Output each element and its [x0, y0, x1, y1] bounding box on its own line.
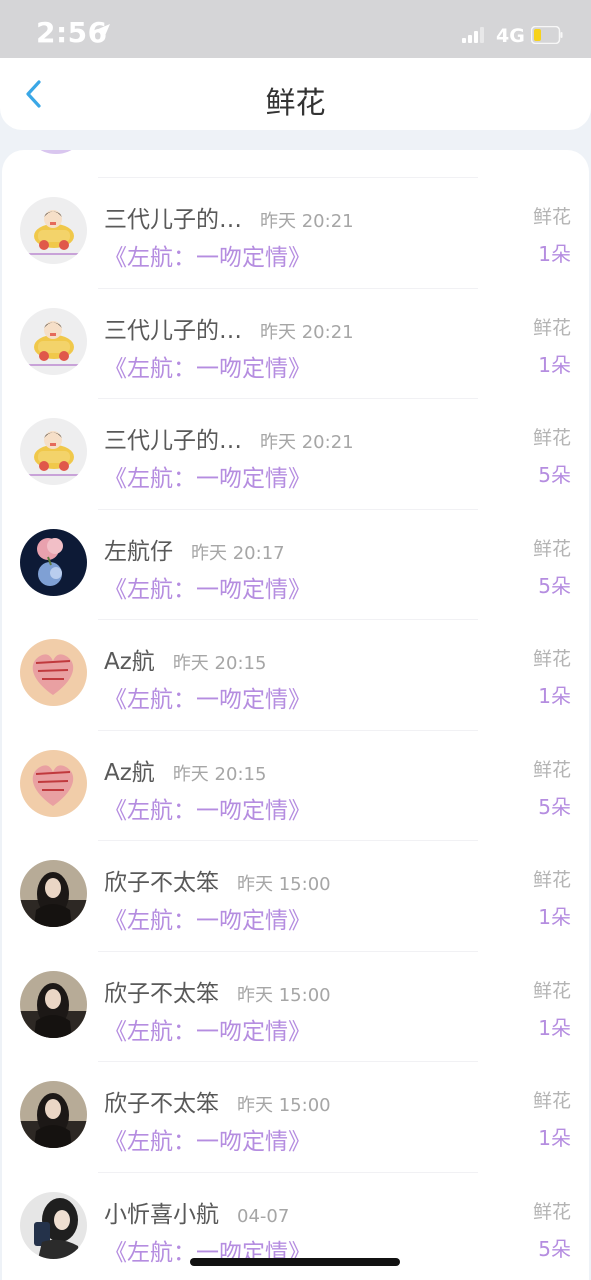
sender-name[interactable]: 小忻喜小航 — [104, 1195, 219, 1229]
gift-count: 1朵 — [538, 905, 571, 929]
send-time: 昨天 20:15 — [172, 763, 267, 785]
sender-name[interactable]: 欣子不太笨 — [104, 863, 219, 897]
send-time: 04-07 — [237, 1205, 290, 1227]
send-time: 昨天 20:17 — [191, 542, 285, 564]
send-time: 昨天 20:15 — [172, 653, 267, 674]
person-photo-avatar[interactable] — [20, 970, 87, 1038]
send-time: 昨天 15:00 — [237, 874, 331, 895]
page-title: 鲜花 — [265, 86, 326, 121]
row-header: 三代儿子的… 昨天 20:21 — [104, 311, 354, 345]
cartoon-car-avatar[interactable] — [20, 197, 87, 264]
book-title-link[interactable]: 《左航：一吻定情》 — [104, 680, 311, 714]
sender-name[interactable]: 三代儿子的… — [104, 311, 242, 345]
book-title-link[interactable]: 《左航：一吻定情》 — [104, 570, 311, 604]
gift-type-label: 鲜花 — [532, 979, 571, 1002]
status-bar: 2:56 4G — [0, 0, 591, 58]
gift-type-label: 鲜花 — [532, 648, 571, 670]
person-photo-avatar[interactable] — [20, 1081, 87, 1148]
gift-record-row[interactable]: 欣子不太笨 昨天 15:00 《左航：一吻定情》 鲜花 1朵 — [2, 1062, 589, 1172]
gift-record-row[interactable]: 欣子不太笨 昨天 15:00 《左航：一吻定情》 鲜花 1朵 — [2, 841, 589, 951]
send-time: 昨天 20:21 — [260, 211, 354, 232]
gift-type-label: 鲜花 — [532, 758, 571, 781]
book-title-link[interactable]: 《左航：一吻定情》 — [104, 791, 311, 825]
gift-count: 5朵 — [538, 463, 571, 487]
heart-art-avatar[interactable] — [20, 749, 87, 817]
sender-name[interactable]: 欣子不太笨 — [104, 1084, 219, 1118]
gift-count: 1朵 — [538, 1126, 571, 1150]
row-header: 欣子不太笨 昨天 15:00 — [104, 863, 331, 897]
gift-record-list[interactable]: 三代儿子的… 昨天 20:21 《左航：一吻定情》 鲜花 1朵 三代儿子的… 昨天 20:2… — [2, 150, 589, 1280]
sender-name[interactable]: Az航 — [104, 642, 155, 676]
gift-count: 1朵 — [538, 352, 571, 377]
gift-type-label: 鲜花 — [532, 316, 571, 339]
gift-type-label: 鲜花 — [532, 1200, 571, 1223]
sender-name[interactable]: Az航 — [104, 753, 155, 787]
sender-name[interactable]: 左航仔 — [104, 532, 173, 566]
book-title-link[interactable]: 《左航：一吻定情》 — [104, 1122, 311, 1156]
row-header: 欣子不太笨 昨天 15:00 — [104, 1084, 331, 1118]
person-photo-avatar[interactable] — [20, 860, 87, 927]
book-title-link[interactable]: 《左航：一吻定情》 — [104, 1012, 311, 1046]
gift-record-row[interactable]: 左航仔 昨天 20:17 《左航：一吻定情》 鲜花 5朵 — [2, 510, 589, 620]
cartoon-car-avatar[interactable] — [20, 418, 87, 485]
gift-type-label: 鲜花 — [532, 537, 571, 560]
gift-count: 1朵 — [538, 242, 571, 266]
row-header: 欣子不太笨 昨天 15:00 — [104, 974, 331, 1008]
row-header: 小忻喜小航 04-07 — [104, 1195, 289, 1229]
gift-count: 5朵 — [538, 794, 571, 819]
row-header: 三代儿子的… 昨天 20:21 — [104, 200, 354, 234]
heart-art-avatar[interactable] — [20, 639, 87, 706]
book-title-link[interactable]: 《左航：一吻定情》 — [104, 349, 311, 383]
network-type: 4G — [496, 25, 525, 47]
selfie-photo-avatar[interactable] — [20, 1191, 87, 1259]
gift-record-row[interactable]: 三代儿子的… 昨天 20:21 《左航：一吻定情》 鲜花 1朵 — [2, 289, 589, 399]
gift-record-row[interactable]: 三代儿子的… 昨天 20:21 《左航：一吻定情》 鲜花 5朵 — [2, 399, 589, 509]
sender-name[interactable]: 三代儿子的… — [104, 421, 242, 455]
send-time: 昨天 15:00 — [237, 1095, 331, 1116]
row-header: Az航 昨天 20:15 — [104, 642, 266, 676]
gift-record-row[interactable]: 三代儿子的… 昨天 20:21 《左航：一吻定情》 鲜花 1朵 — [2, 178, 589, 288]
location-arrow-icon — [96, 24, 110, 38]
sender-name[interactable]: 三代儿子的… — [104, 200, 242, 234]
gift-count: 1朵 — [538, 684, 571, 708]
gift-record-row[interactable]: 欣子不太笨 昨天 15:00 《左航：一吻定情》 鲜花 1朵 — [2, 952, 589, 1062]
send-time: 昨天 15:00 — [237, 984, 331, 1006]
gift-type-label: 鲜花 — [532, 1090, 571, 1112]
cellular-signal-icon — [462, 27, 484, 43]
gift-count: 5朵 — [538, 1236, 571, 1261]
battery-icon — [531, 26, 563, 44]
row-header: Az航 昨天 20:15 — [104, 753, 266, 787]
home-indicator[interactable] — [190, 1258, 400, 1266]
row-header: 三代儿子的… 昨天 20:21 — [104, 421, 354, 455]
avatar — [24, 150, 88, 154]
book-title-link[interactable]: 《左航：一吻定情》 — [104, 238, 311, 272]
navigation-header: 鲜花 — [0, 58, 591, 130]
gift-record-row[interactable]: Az航 昨天 20:15 《左航：一吻定情》 鲜花 5朵 — [2, 731, 589, 841]
gift-count: 5朵 — [538, 573, 571, 598]
send-time: 昨天 20:21 — [260, 321, 354, 343]
send-time: 昨天 20:21 — [260, 432, 354, 453]
gift-type-label: 鲜花 — [532, 206, 571, 228]
gift-type-label: 鲜花 — [532, 427, 571, 449]
flower-photo-avatar[interactable] — [20, 528, 87, 596]
gift-type-label: 鲜花 — [532, 869, 571, 891]
gift-count: 1朵 — [538, 1015, 571, 1040]
book-title-link[interactable]: 《左航：一吻定情》 — [104, 901, 311, 935]
cartoon-car-avatar[interactable] — [20, 307, 87, 375]
row-header: 左航仔 昨天 20:17 — [104, 532, 285, 566]
book-title-link[interactable]: 《左航：一吻定情》 — [104, 459, 311, 493]
sender-name[interactable]: 欣子不太笨 — [104, 974, 219, 1008]
gift-record-row[interactable]: Az航 昨天 20:15 《左航：一吻定情》 鲜花 1朵 — [2, 620, 589, 730]
